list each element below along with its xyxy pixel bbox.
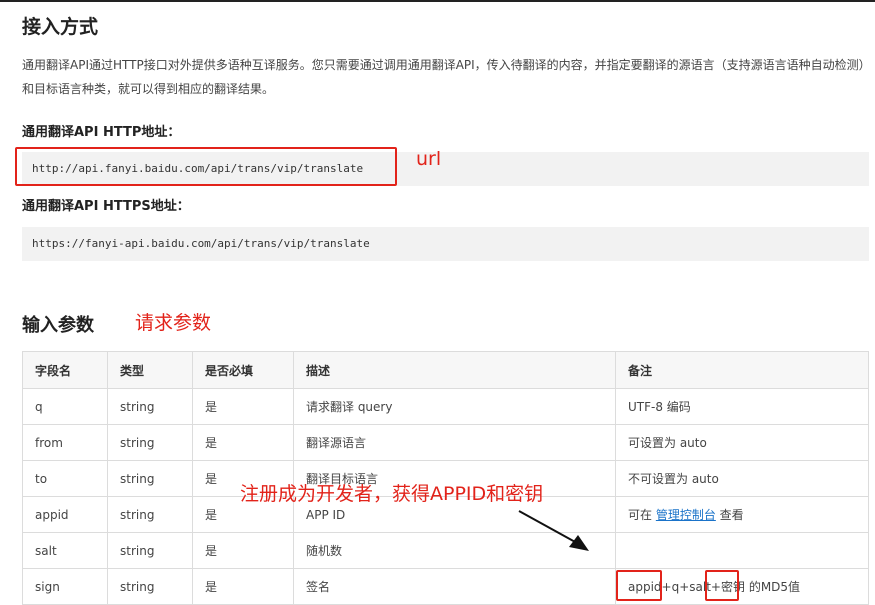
header-remarks: 备注 <box>615 351 869 389</box>
cell-type: string <box>107 568 193 605</box>
cell-type: string <box>107 388 193 425</box>
cell-field: sign <box>22 568 108 605</box>
header-field-name: 字段名 <box>22 351 108 389</box>
appid-highlight-box <box>616 570 662 601</box>
table-row: salt string 是 随机数 <box>22 532 869 569</box>
cell-remarks: 可设置为 auto <box>615 424 869 461</box>
cell-required: 是 <box>192 568 294 605</box>
cell-field: from <box>22 424 108 461</box>
params-table: 字段名 类型 是否必填 描述 备注 q string 是 请求翻译 query … <box>22 351 869 605</box>
header-required: 是否必填 <box>192 351 294 389</box>
cell-field: salt <box>22 532 108 569</box>
cell-description: 翻译源语言 <box>293 424 616 461</box>
cell-description: 签名 <box>293 568 616 605</box>
request-params-annotation: 请求参数 <box>135 312 212 334</box>
cell-type: string <box>107 532 193 569</box>
cell-required: 是 <box>192 532 294 569</box>
http-address-label: 通用翻译API HTTP地址： <box>22 125 181 140</box>
url-annotation: url <box>416 148 442 170</box>
console-link[interactable]: 管理控制台 <box>656 508 716 522</box>
table-row: from string 是 翻译源语言 可设置为 auto <box>22 424 869 461</box>
cell-field: q <box>22 388 108 425</box>
header-description: 描述 <box>293 351 616 389</box>
url-highlight-box <box>15 147 397 186</box>
register-annotation: 注册成为开发者，获得APPID和密钥 <box>240 483 544 505</box>
table-row: sign string 是 签名 appid+q+salt+密钥 的MD5值 <box>22 568 869 605</box>
cell-required: 是 <box>192 424 294 461</box>
cell-type: string <box>107 460 193 497</box>
cell-remarks <box>615 532 869 569</box>
table-header-row: 字段名 类型 是否必填 描述 备注 <box>22 351 869 389</box>
cell-field: appid <box>22 496 108 533</box>
cell-remarks: 不可设置为 auto <box>615 460 869 497</box>
section-title: 接入方式 <box>22 16 99 38</box>
cell-type: string <box>107 496 193 533</box>
https-url-codeblock: https://fanyi-api.baidu.com/api/trans/vi… <box>22 227 869 261</box>
https-address-label: 通用翻译API HTTPS地址： <box>22 199 190 214</box>
cell-field: to <box>22 460 108 497</box>
top-divider <box>0 0 875 2</box>
params-title: 输入参数 <box>22 315 94 336</box>
arrow-icon <box>518 510 589 551</box>
cell-required: 是 <box>192 388 294 425</box>
cell-remarks: UTF-8 编码 <box>615 388 869 425</box>
secret-key-highlight-box <box>705 570 739 601</box>
cell-description: 请求翻译 query <box>293 388 616 425</box>
table-row: q string 是 请求翻译 query UTF-8 编码 <box>22 388 869 425</box>
note-prefix: 可在 <box>628 508 656 522</box>
cell-remarks: 可在 管理控制台 查看 <box>615 496 869 533</box>
intro-paragraph: 通用翻译API通过HTTP接口对外提供多语种互译服务。您只需要通过调用通用翻译A… <box>22 58 865 96</box>
cell-type: string <box>107 424 193 461</box>
sign-part-suffix: 的MD5值 <box>745 580 801 594</box>
note-suffix: 查看 <box>715 508 744 522</box>
header-type: 类型 <box>107 351 193 389</box>
